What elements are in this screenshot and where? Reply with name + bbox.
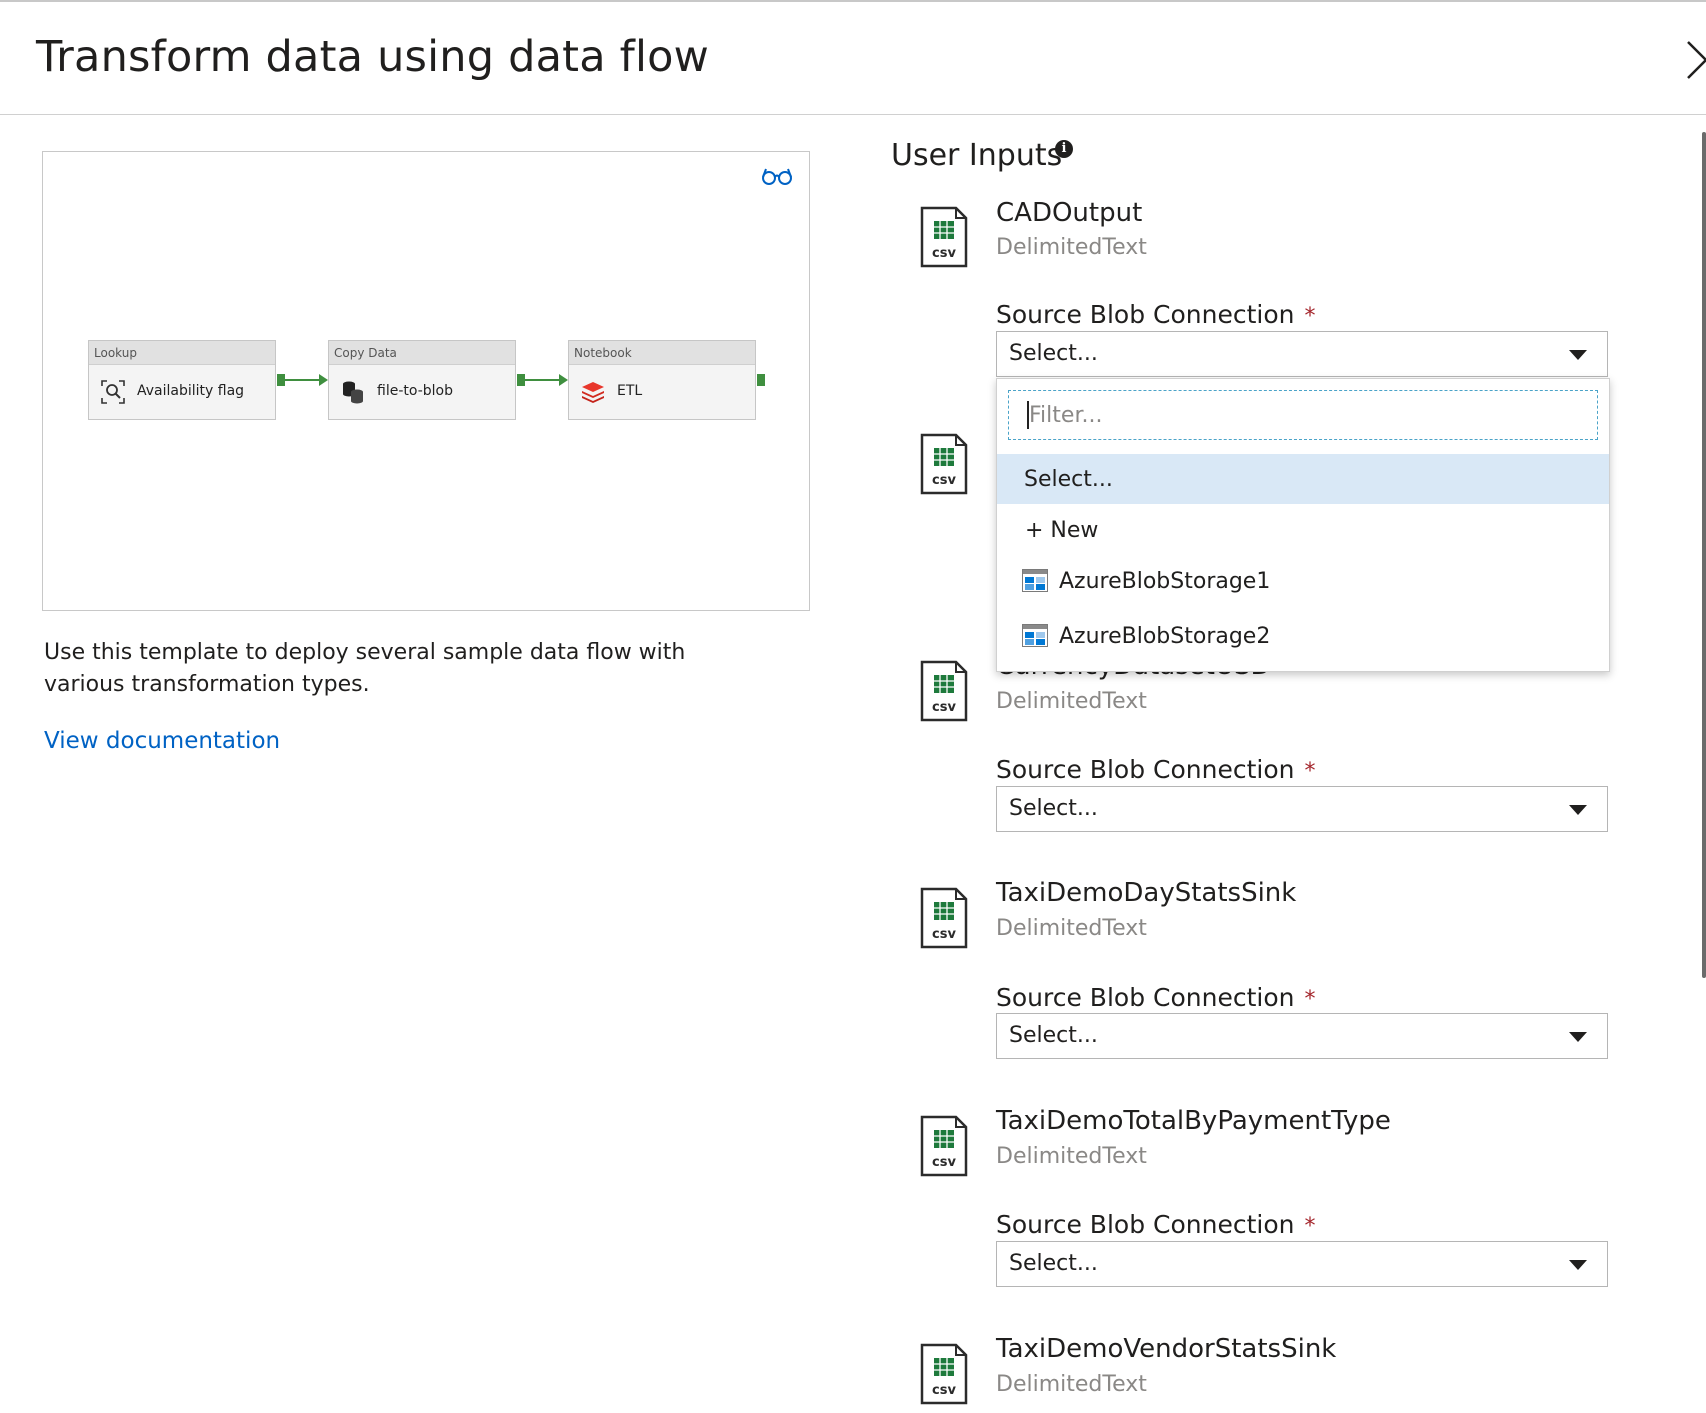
activity-label: ETL — [617, 383, 643, 399]
dataset-name: TaxiDemoTotalByPaymentType — [996, 1106, 1391, 1136]
connector-line — [525, 379, 561, 381]
user-inputs-heading: User Inputs — [891, 138, 1063, 173]
connector-line — [285, 379, 321, 381]
csv-file-icon: csv — [920, 433, 968, 495]
source-blob-connection-select[interactable]: Select... — [996, 331, 1608, 377]
svg-text:csv: csv — [932, 700, 956, 715]
template-description: Use this template to deploy several samp… — [44, 640, 686, 697]
option-label: Select... — [1024, 467, 1113, 492]
connection-dropdown: Select... + New AzureBlobStorage1 AzureB… — [996, 378, 1610, 672]
chevron-down-icon — [1569, 1032, 1587, 1042]
lookup-icon — [101, 380, 125, 404]
copy-data-icon — [343, 381, 363, 404]
dataset-name: TaxiDemoVendorStatsSink — [996, 1334, 1337, 1364]
required-mark: * — [1304, 1214, 1316, 1239]
select-value: Select... — [1009, 796, 1098, 821]
output-port — [277, 374, 285, 386]
dataset-name: TaxiDemoDayStatsSink — [996, 878, 1297, 908]
info-icon[interactable]: i — [1055, 140, 1073, 158]
source-blob-connection-select[interactable]: Select... — [996, 1013, 1608, 1059]
svg-text:csv: csv — [932, 246, 956, 261]
svg-text:csv: csv — [932, 1155, 956, 1170]
filter-input[interactable] — [1027, 401, 1569, 429]
csv-file-icon: csv — [920, 887, 968, 949]
select-value: Select... — [1009, 1023, 1098, 1048]
output-port — [757, 374, 765, 386]
source-blob-connection-select[interactable]: Select... — [996, 786, 1608, 832]
preview-glasses-icon[interactable] — [761, 166, 793, 186]
csv-file-icon: csv — [920, 1115, 968, 1177]
dataset-type: DelimitedText — [996, 1144, 1147, 1169]
view-documentation-link[interactable]: View documentation — [44, 728, 280, 754]
source-blob-connection-label: Source Blob Connection * — [996, 755, 1316, 784]
csv-file-icon: csv — [920, 1343, 968, 1405]
scrollbar[interactable] — [1702, 132, 1706, 978]
source-blob-connection-label: Source Blob Connection * — [996, 1210, 1316, 1239]
chevron-down-icon — [1569, 350, 1587, 360]
dropdown-option-select[interactable]: Select... — [997, 454, 1609, 504]
connector-arrow — [559, 374, 568, 386]
required-mark: * — [1304, 759, 1316, 784]
panel-title: Transform data using data flow — [36, 32, 709, 82]
svg-text:csv: csv — [932, 473, 956, 488]
dataset-type: DelimitedText — [996, 689, 1147, 714]
svg-text:csv: csv — [932, 927, 956, 942]
panel-header: Transform data using data flow — [0, 2, 1706, 115]
dataset-name: CADOutput — [996, 198, 1143, 228]
activity-copy-data[interactable]: Copy Data file-to-blob — [328, 340, 516, 420]
dropdown-option-new[interactable]: + New — [997, 505, 1609, 555]
activity-type: Copy Data — [329, 341, 515, 365]
source-blob-connection-select[interactable]: Select... — [996, 1241, 1608, 1287]
dropdown-option-azureblobstorage1[interactable]: AzureBlobStorage1 — [997, 556, 1609, 606]
required-mark: * — [1304, 987, 1316, 1012]
template-preview: Lookup Availability flag Copy Data file-… — [42, 151, 810, 611]
option-label: AzureBlobStorage1 — [1059, 569, 1271, 594]
activity-label: file-to-blob — [377, 383, 453, 399]
activity-lookup[interactable]: Lookup Availability flag — [88, 340, 276, 420]
blob-storage-icon — [1022, 624, 1048, 647]
dataset-type: DelimitedText — [996, 916, 1147, 941]
chevron-down-icon — [1569, 805, 1587, 815]
filter-box — [1008, 390, 1598, 440]
select-value: Select... — [1009, 341, 1098, 366]
csv-file-icon: csv — [920, 660, 968, 722]
output-port — [517, 374, 525, 386]
csv-file-icon: csv — [920, 206, 968, 268]
required-mark: * — [1304, 304, 1316, 329]
chevron-down-icon — [1569, 1260, 1587, 1270]
select-value: Select... — [1009, 1251, 1098, 1276]
blob-storage-icon — [1022, 569, 1048, 592]
source-blob-connection-label: Source Blob Connection * — [996, 983, 1316, 1012]
dataset-type: DelimitedText — [996, 235, 1147, 260]
activity-notebook[interactable]: Notebook ETL — [568, 340, 756, 420]
option-label: + New — [1025, 518, 1099, 543]
svg-text:csv: csv — [932, 1383, 956, 1398]
source-blob-connection-label: Source Blob Connection * — [996, 300, 1316, 329]
activity-type: Lookup — [89, 341, 275, 365]
activity-type: Notebook — [569, 341, 755, 365]
connector-arrow — [319, 374, 328, 386]
close-icon[interactable] — [1686, 40, 1706, 80]
activity-label: Availability flag — [137, 383, 245, 399]
dataset-type: DelimitedText — [996, 1372, 1147, 1397]
notebook-icon — [582, 382, 604, 403]
dropdown-option-azureblobstorage2[interactable]: AzureBlobStorage2 — [997, 611, 1609, 661]
option-label: AzureBlobStorage2 — [1059, 624, 1271, 649]
